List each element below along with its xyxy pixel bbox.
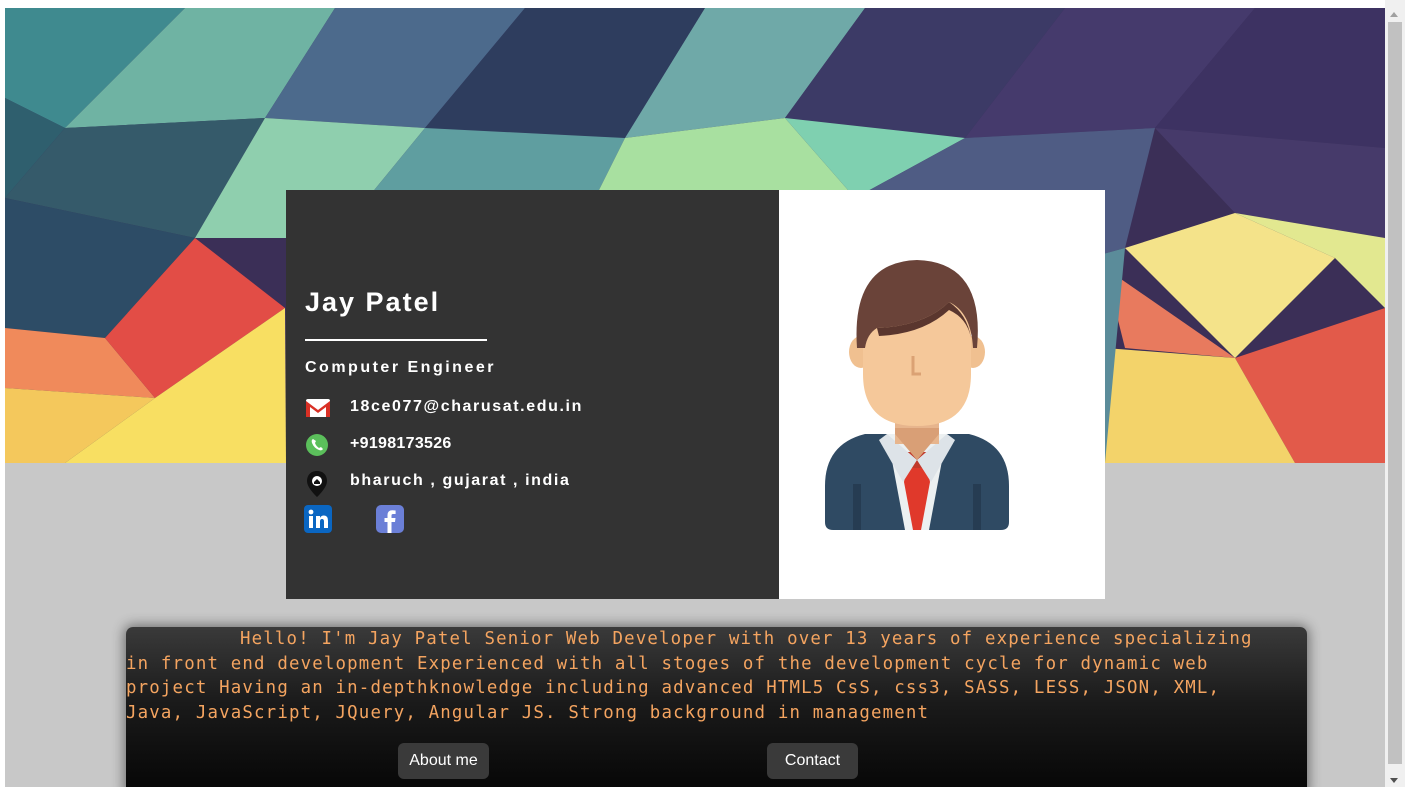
contact-button[interactable]: Contact [767, 743, 858, 779]
avatar-panel [779, 190, 1105, 599]
name-underline [305, 339, 487, 341]
vertical-scrollbar[interactable] [1385, 0, 1405, 787]
phone-text: +9198173526 [350, 435, 452, 452]
mail-icon [305, 396, 331, 420]
linkedin-icon[interactable] [304, 505, 332, 533]
location-text: bharuch , gujarat , india [350, 472, 571, 489]
about-section: Hello! I'm Jay Patel Senior Web Develope… [126, 627, 1307, 787]
profile-name: Jay Patel [305, 287, 441, 317]
profile-card: Jay Patel Computer Engineer 18ce077@char… [286, 190, 1105, 599]
scrollbar-thumb[interactable] [1388, 22, 1402, 764]
facebook-icon[interactable] [376, 505, 404, 533]
profile-info-panel: Jay Patel Computer Engineer 18ce077@char… [286, 190, 779, 599]
scroll-up-arrow-icon[interactable] [1390, 12, 1398, 17]
profile-title: Computer Engineer [305, 359, 496, 376]
location-pin-icon [305, 470, 331, 497]
avatar [825, 260, 1009, 530]
email-text: 18ce077@charusat.edu.in [350, 398, 583, 415]
phone-icon [305, 433, 331, 457]
page-viewport: Jay Patel Computer Engineer 18ce077@char… [5, 8, 1385, 787]
about-text: Hello! I'm Jay Patel Senior Web Develope… [126, 629, 1253, 723]
scroll-down-arrow-icon[interactable] [1390, 778, 1398, 783]
about-me-button[interactable]: About me [398, 743, 489, 779]
